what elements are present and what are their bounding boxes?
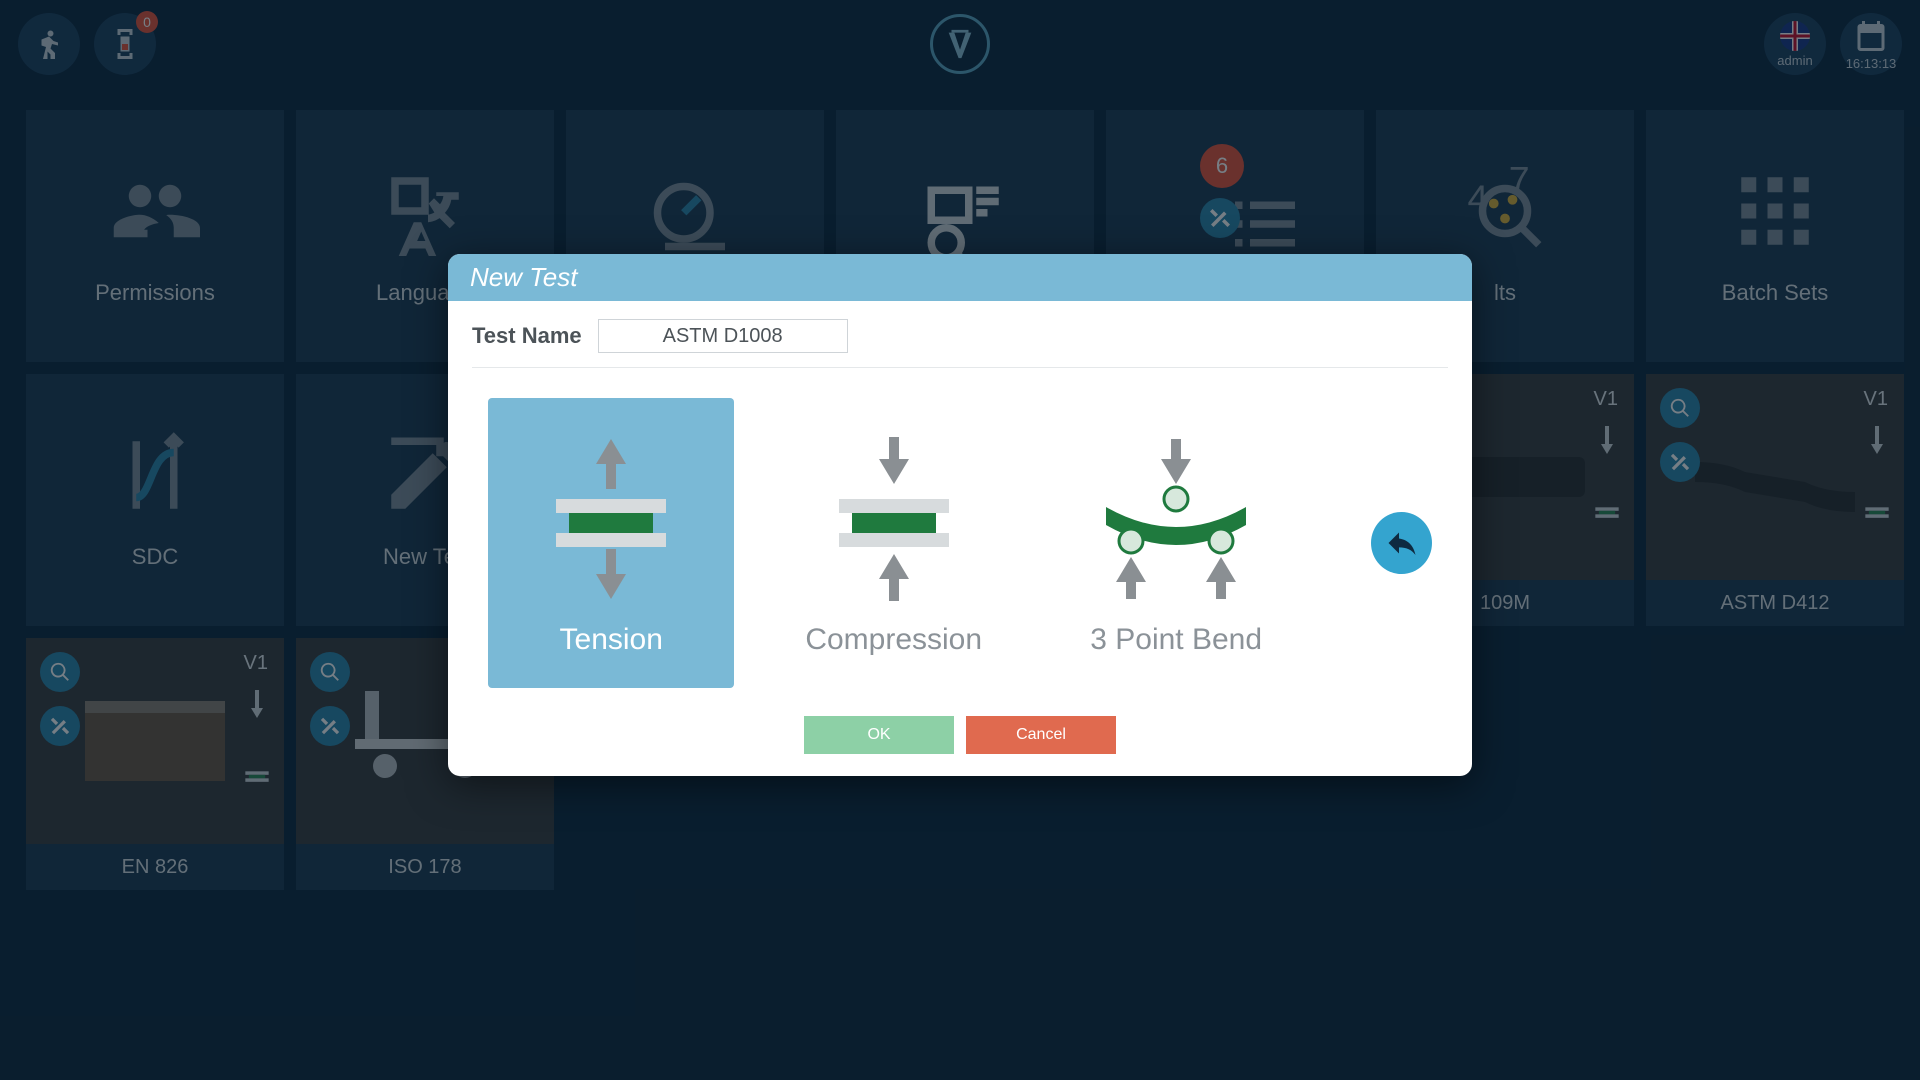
test-type-tension[interactable]: Tension	[488, 398, 734, 688]
type-label: Tension	[560, 623, 663, 657]
prev-types-button[interactable]	[1371, 512, 1432, 574]
test-name-input[interactable]	[598, 319, 848, 353]
tension-icon	[521, 429, 701, 609]
test-type-compression[interactable]: Compression	[770, 398, 1016, 688]
cancel-button[interactable]: Cancel	[966, 716, 1116, 754]
ok-button[interactable]: OK	[804, 716, 954, 754]
modal-title: New Test	[448, 254, 1472, 301]
new-test-modal: New Test Test Name Tension	[448, 254, 1472, 776]
compression-icon	[804, 429, 984, 609]
bend3-icon	[1086, 429, 1266, 609]
test-name-label: Test Name	[472, 323, 582, 349]
test-type-3pt-bend[interactable]: 3 Point Bend	[1053, 398, 1299, 688]
type-label: Compression	[805, 623, 982, 657]
type-label: 3 Point Bend	[1090, 623, 1262, 657]
reply-arrow-icon	[1384, 525, 1420, 561]
test-type-row: Tension Compression	[472, 398, 1448, 716]
